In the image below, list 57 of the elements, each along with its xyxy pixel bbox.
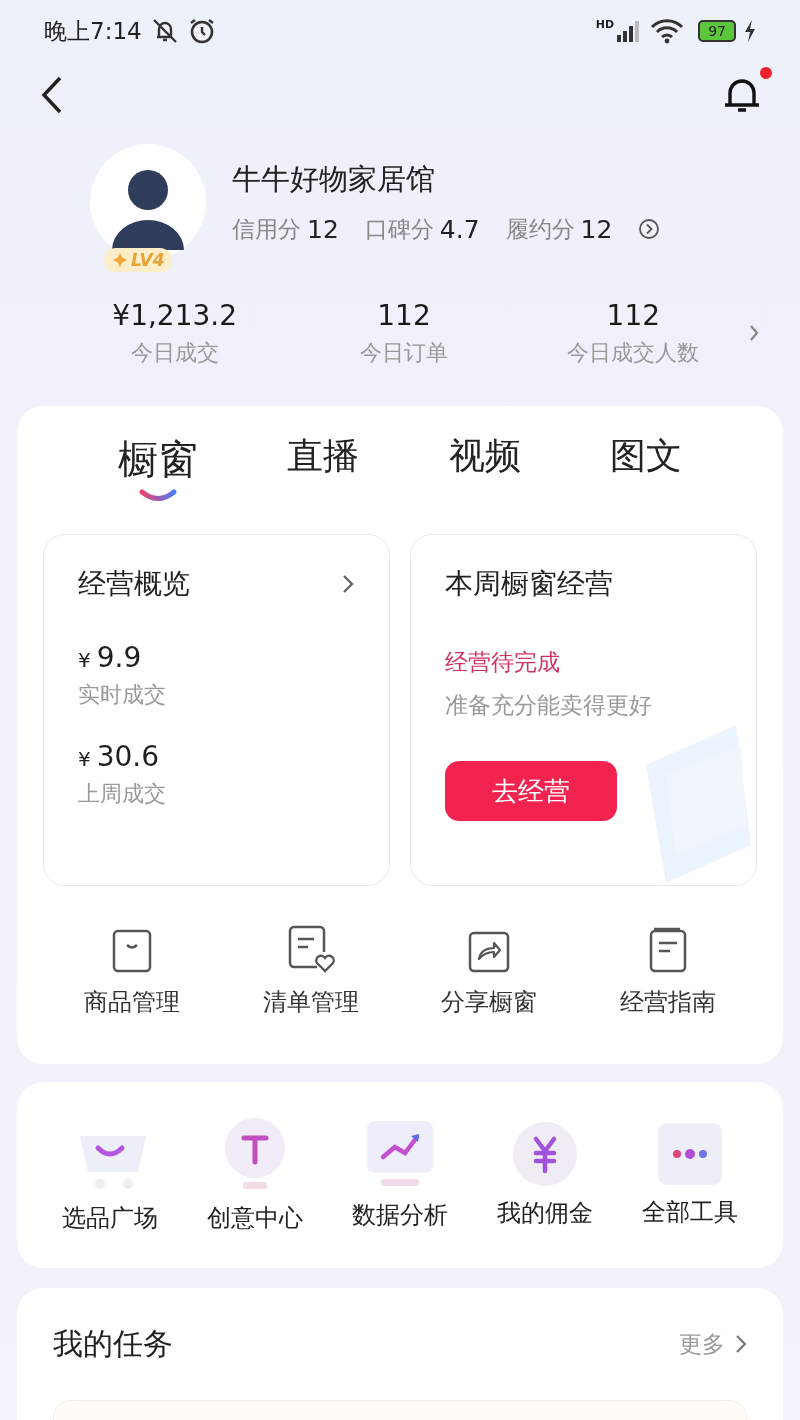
tool-item[interactable]: 选品广场	[41, 1116, 178, 1234]
stat-label: 今日订单	[360, 338, 448, 367]
stat-value: 112	[606, 298, 661, 332]
network-label: HD	[595, 18, 615, 31]
battery-indicator: 97	[698, 20, 736, 42]
stat-value: ¥1,213.2	[112, 298, 237, 332]
list-heart-icon	[286, 924, 335, 974]
hint-text: 准备充分能卖得更好	[445, 691, 653, 720]
tab[interactable]: 图文	[610, 426, 683, 510]
panel-title: 经营概览	[78, 566, 190, 602]
tool-item[interactable]: 我的佣金	[477, 1121, 614, 1229]
amount-value: 30.6	[96, 740, 160, 773]
tab[interactable]: 橱窗	[117, 426, 198, 510]
score-value: 12	[580, 214, 613, 244]
section-title: 我的任务	[53, 1324, 173, 1363]
shop-name: 牛牛好物家居馆	[232, 160, 436, 198]
chevron-right-icon[interactable]	[748, 324, 760, 342]
amount-value: 9.9	[96, 641, 142, 674]
chevron-right-icon[interactable]	[341, 573, 355, 595]
status-time: 晚上7:14	[44, 16, 142, 46]
stat-value: 112	[377, 298, 431, 332]
quick-action[interactable]: 清单管理	[235, 922, 386, 1018]
tab[interactable]: 视频	[448, 426, 521, 510]
score-label: 履约分	[505, 214, 575, 244]
more-dots-icon	[657, 1122, 724, 1186]
chevron-right-icon[interactable]	[735, 1334, 747, 1354]
score-label: 信用分	[232, 214, 301, 244]
overview-panel[interactable]: 经营概览 ¥ 9.9 实时成交 ¥ 30.6 上周成交	[43, 534, 390, 886]
tool-item[interactable]: 创意中心	[186, 1116, 323, 1234]
score-label: 口碑分	[364, 214, 434, 244]
share-icon	[467, 930, 512, 974]
tool-item[interactable]: 数据分析	[331, 1119, 468, 1231]
quick-action[interactable]: 经营指南	[592, 922, 743, 1018]
tool-item[interactable]: 全部工具	[622, 1122, 759, 1228]
quick-action[interactable]: 分享橱窗	[414, 922, 565, 1018]
level-text: LV4	[131, 250, 165, 270]
back-icon[interactable]	[40, 75, 64, 115]
wifi-icon	[650, 18, 685, 44]
bag-icon	[111, 928, 154, 974]
stat-label: 今日成交人数	[567, 338, 700, 367]
manage-button[interactable]: 去经营	[445, 761, 617, 821]
quick-action[interactable]: 商品管理	[57, 922, 208, 1018]
amount-label: 上周成交	[78, 780, 167, 808]
book-icon	[647, 926, 688, 974]
charging-icon	[744, 20, 756, 42]
score-value: 4.7	[439, 214, 480, 244]
yen-coin-icon	[512, 1121, 579, 1187]
trend-chart-icon	[364, 1119, 435, 1189]
amount-label: 实时成交	[78, 681, 167, 709]
currency-sign: ¥	[78, 747, 91, 771]
tab[interactable]: 直播	[287, 426, 360, 510]
score-value: 12	[307, 214, 339, 244]
stat-label: 今日成交	[130, 338, 219, 367]
status-text: 经营待完成	[445, 648, 561, 677]
sparkle-icon	[112, 252, 128, 268]
currency-sign: ¥	[78, 648, 91, 672]
panel-title: 本周橱窗经营	[445, 566, 614, 602]
